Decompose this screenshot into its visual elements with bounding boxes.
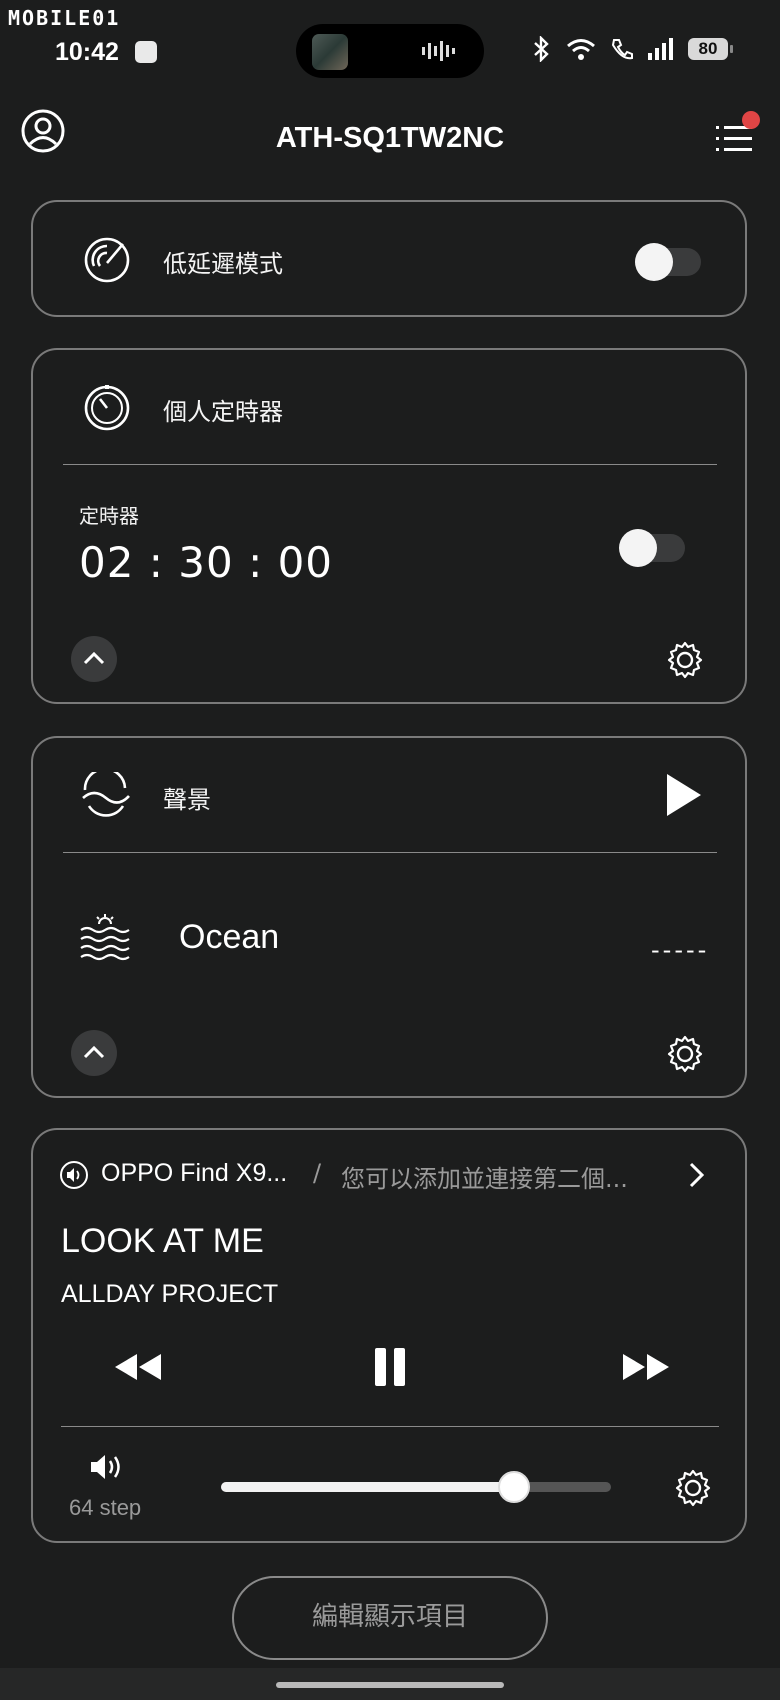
rewind-icon[interactable] xyxy=(113,1352,163,1382)
timer-title: 個人定時器 xyxy=(163,398,283,426)
timer-card: 個人定時器 定時器 02 : 30 : 00 xyxy=(31,348,747,704)
album-art-thumbnail xyxy=(312,34,348,70)
timer-value[interactable]: 02 : 30 : 00 xyxy=(79,538,333,587)
home-indicator[interactable] xyxy=(276,1682,504,1688)
volume-icon xyxy=(91,1455,120,1479)
edit-display-items-button[interactable]: 編輯顯示項目 xyxy=(232,1576,548,1660)
soundscape-icon xyxy=(82,772,130,817)
soundscape-title: 聲景 xyxy=(163,786,211,814)
status-icons: 80 xyxy=(530,36,733,62)
watermark-logo: MOBILE01 xyxy=(8,6,121,30)
wifi-call-icon xyxy=(611,39,633,60)
player-settings-icon[interactable] xyxy=(673,1468,713,1508)
volume-slider-knob[interactable] xyxy=(497,1471,530,1503)
artist-name: ALLDAY PROJECT xyxy=(61,1280,279,1308)
menu-icon[interactable] xyxy=(716,124,752,154)
volume-step-label: 64 step xyxy=(69,1495,142,1520)
chevron-up-icon xyxy=(83,1045,105,1059)
soundscape-item-name[interactable]: Ocean xyxy=(179,918,279,957)
speedometer-icon xyxy=(84,237,130,283)
bluetooth-icon xyxy=(534,36,549,62)
low-latency-toggle[interactable] xyxy=(635,243,701,281)
volume-slider[interactable] xyxy=(221,1471,611,1503)
path-separator: / xyxy=(313,1159,322,1187)
player-card: OPPO Find X9... / 您可以添加並連接第二個... LOOK AT… xyxy=(31,1128,747,1543)
timer-sub-label: 定時器 xyxy=(79,504,139,528)
soundscape-card: 聲景 Ocean ----- xyxy=(31,736,747,1098)
low-latency-card: 低延遲模式 xyxy=(31,200,747,317)
connected-device-name[interactable]: OPPO Find X9... xyxy=(101,1159,287,1188)
song-title: LOOK AT ME xyxy=(61,1222,264,1260)
battery-icon: 80 xyxy=(688,38,733,60)
timer-icon xyxy=(84,385,130,431)
soundscape-settings-icon[interactable] xyxy=(665,1034,705,1074)
device-title: ATH-SQ1TW2NC xyxy=(275,122,505,154)
wifi-icon xyxy=(567,39,595,60)
chevron-right-icon[interactable] xyxy=(687,1160,707,1190)
soundscape-collapse-button[interactable] xyxy=(71,1030,117,1076)
speaker-device-icon xyxy=(60,1161,88,1189)
divider xyxy=(63,464,717,465)
pause-icon[interactable] xyxy=(375,1348,405,1386)
timer-collapse-button[interactable] xyxy=(71,636,117,682)
ocean-waves-icon xyxy=(80,914,130,961)
timer-toggle[interactable] xyxy=(619,529,685,567)
dynamic-island[interactable] xyxy=(296,24,484,78)
play-icon[interactable] xyxy=(665,772,703,818)
notification-badge xyxy=(742,111,760,129)
second-device-hint[interactable]: 您可以添加並連接第二個... xyxy=(341,1159,628,1194)
status-time: 10:42 xyxy=(55,38,119,66)
fast-forward-icon[interactable] xyxy=(621,1352,671,1382)
timer-settings-icon[interactable] xyxy=(665,640,705,680)
signal-icon xyxy=(648,38,673,60)
audio-wave-icon xyxy=(422,41,455,61)
divider xyxy=(63,852,717,853)
volume-slider-fill xyxy=(221,1482,514,1492)
app-notification-icon xyxy=(135,41,157,63)
low-latency-label: 低延遲模式 xyxy=(163,250,283,278)
chevron-up-icon xyxy=(83,651,105,665)
soundscape-status: ----- xyxy=(651,936,710,964)
divider xyxy=(61,1426,719,1427)
